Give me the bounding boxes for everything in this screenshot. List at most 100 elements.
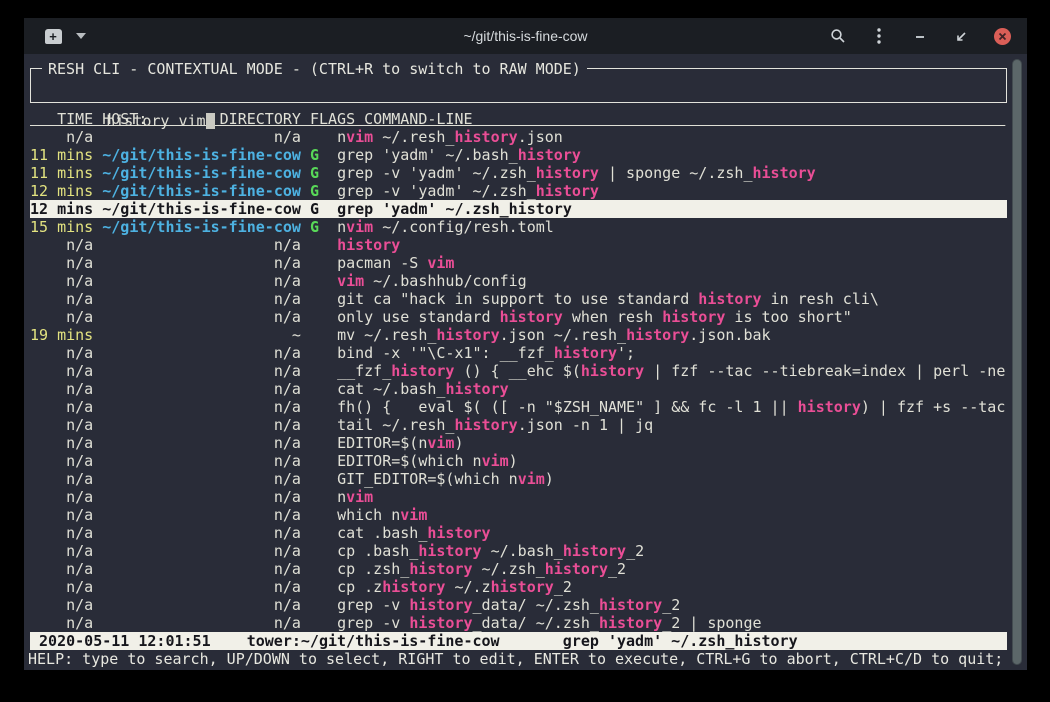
resh-search-box[interactable]: RESH CLI - CONTEXTUAL MODE - (CTRL+R to … — [30, 68, 1007, 103]
history-row[interactable]: n/a n/a cp .bash_history ~/.bash_history… — [30, 542, 1007, 560]
row-command: grep -v 'yadm' ~/.zsh_history — [337, 182, 599, 200]
history-row[interactable]: n/a n/a bind -x '"\C-x1": __fzf_history'… — [30, 344, 1007, 362]
help-line: HELP: type to search, UP/DOWN to select,… — [28, 650, 1007, 668]
row-flags — [310, 506, 337, 524]
history-row[interactable]: n/a n/a cp .zsh_history ~/.zsh_history_2 — [30, 560, 1007, 578]
row-directory: n/a — [102, 614, 310, 632]
row-flags: G — [310, 146, 337, 164]
history-row[interactable]: n/a n/a nvim ~/.resh_history.json — [30, 128, 1007, 146]
history-row[interactable]: n/a n/a __fzf_history () { __ehc $(histo… — [30, 362, 1007, 380]
row-directory: n/a — [102, 416, 310, 434]
history-row[interactable]: 19 mins ~ mv ~/.resh_history.json ~/.res… — [30, 326, 1007, 344]
close-button[interactable] — [993, 27, 1011, 45]
history-row[interactable]: n/a n/a EDITOR=$(nvim) — [30, 434, 1007, 452]
row-time: n/a — [30, 272, 102, 290]
row-directory: n/a — [102, 434, 310, 452]
new-tab-button[interactable]: + — [44, 27, 62, 45]
search-input[interactable]: history vim — [106, 112, 205, 130]
match-highlight: history — [445, 380, 508, 398]
status-datetime: 2020-05-11 12:01:51 — [30, 632, 211, 650]
row-flags — [310, 236, 337, 254]
row-time: n/a — [30, 560, 102, 578]
history-row[interactable]: 11 mins ~/git/this-is-fine-cow G grep 'y… — [30, 146, 1007, 164]
history-row[interactable]: n/a n/a nvim — [30, 488, 1007, 506]
match-highlight: vim — [346, 488, 373, 506]
row-flags — [310, 470, 337, 488]
row-directory: n/a — [102, 254, 310, 272]
row-directory: ~/git/this-is-fine-cow — [102, 182, 310, 200]
status-command: grep 'yadm' ~/.zsh_history — [563, 632, 798, 650]
row-command: grep -v history_data/ ~/.zsh_history_2 |… — [337, 614, 761, 632]
row-directory: n/a — [102, 578, 310, 596]
row-directory: n/a — [102, 236, 310, 254]
history-row[interactable]: n/a n/a pacman -S vim — [30, 254, 1007, 272]
row-flags — [310, 416, 337, 434]
row-flags — [310, 578, 337, 596]
match-highlight: vim — [427, 254, 454, 272]
match-highlight: history — [536, 182, 599, 200]
minimize-button[interactable] — [911, 27, 929, 45]
history-list: n/a n/a nvim ~/.resh_history.json11 mins… — [30, 128, 1007, 632]
match-highlight: history — [409, 596, 472, 614]
row-time: n/a — [30, 290, 102, 308]
match-highlight: history — [391, 362, 454, 380]
match-highlight: history — [500, 308, 563, 326]
row-time: n/a — [30, 434, 102, 452]
row-directory: n/a — [102, 470, 310, 488]
history-row[interactable]: n/a n/a vim ~/.bashhub/config — [30, 272, 1007, 290]
match-highlight: history — [409, 614, 472, 632]
history-row[interactable]: n/a n/a cat .bash_history — [30, 524, 1007, 542]
row-time: n/a — [30, 416, 102, 434]
row-flags — [310, 452, 337, 470]
match-highlight: history — [581, 362, 644, 380]
row-directory: n/a — [102, 542, 310, 560]
row-command: cp .zhistory ~/.zhistory_2 — [337, 578, 572, 596]
row-directory: n/a — [102, 362, 310, 380]
row-flags — [310, 380, 337, 398]
history-row-selected[interactable]: 12 mins ~/git/this-is-fine-cow G grep 'y… — [30, 200, 1007, 218]
history-row[interactable]: n/a n/a tail ~/.resh_history.json -n 1 |… — [30, 416, 1007, 434]
history-row[interactable]: n/a n/a EDITOR=$(which nvim) — [30, 452, 1007, 470]
row-time: n/a — [30, 596, 102, 614]
history-row[interactable]: n/a n/a grep -v history_data/ ~/.zsh_his… — [30, 596, 1007, 614]
history-row[interactable]: n/a n/a cat ~/.bash_history — [30, 380, 1007, 398]
row-time: n/a — [30, 542, 102, 560]
match-highlight: history — [599, 596, 662, 614]
row-flags — [310, 542, 337, 560]
row-time: n/a — [30, 308, 102, 326]
row-directory: n/a — [102, 488, 310, 506]
row-command: GIT_EDITOR=$(which nvim) — [337, 470, 554, 488]
row-time: 15 mins — [30, 218, 102, 236]
row-command: grep -v 'yadm' ~/.zsh_history | sponge ~… — [337, 164, 816, 182]
match-highlight: history — [518, 146, 581, 164]
search-button[interactable] — [829, 27, 847, 45]
history-row[interactable]: n/a n/a which nvim — [30, 506, 1007, 524]
history-row[interactable]: n/a n/a only use standard history when r… — [30, 308, 1007, 326]
history-row[interactable]: n/a n/a fh() { eval $( ([ -n "$ZSH_NAME"… — [30, 398, 1007, 416]
row-command: nvim — [337, 488, 373, 506]
row-directory: n/a — [102, 308, 310, 326]
history-row[interactable]: n/a n/a grep -v history_data/ ~/.zsh_his… — [30, 614, 1007, 632]
match-highlight: vim — [518, 470, 545, 488]
tab-dropdown-button[interactable] — [72, 27, 90, 45]
row-flags — [310, 362, 337, 380]
row-time: n/a — [30, 254, 102, 272]
row-command: cat .bash_history — [337, 524, 491, 542]
history-row[interactable]: n/a n/a history — [30, 236, 1007, 254]
match-highlight: vim — [346, 128, 373, 146]
row-flags — [310, 614, 337, 632]
history-row[interactable]: n/a n/a git ca "hack in support to use s… — [30, 290, 1007, 308]
history-row[interactable]: n/a n/a cp .zhistory ~/.zhistory_2 — [30, 578, 1007, 596]
scrollbar[interactable] — [1012, 59, 1022, 665]
row-command: grep 'yadm' ~/.zsh_history — [337, 200, 572, 218]
restore-button[interactable] — [952, 27, 970, 45]
history-row[interactable]: 12 mins ~/git/this-is-fine-cow G grep -v… — [30, 182, 1007, 200]
history-row[interactable]: n/a n/a GIT_EDITOR=$(which nvim) — [30, 470, 1007, 488]
row-flags: G — [310, 164, 337, 182]
row-command: grep -v history_data/ ~/.zsh_history_2 — [337, 596, 680, 614]
history-row[interactable]: 11 mins ~/git/this-is-fine-cow G grep -v… — [30, 164, 1007, 182]
match-highlight: history — [491, 578, 554, 596]
menu-button[interactable] — [870, 27, 888, 45]
match-highlight: history — [382, 578, 445, 596]
history-row[interactable]: 15 mins ~/git/this-is-fine-cow G nvim ~/… — [30, 218, 1007, 236]
